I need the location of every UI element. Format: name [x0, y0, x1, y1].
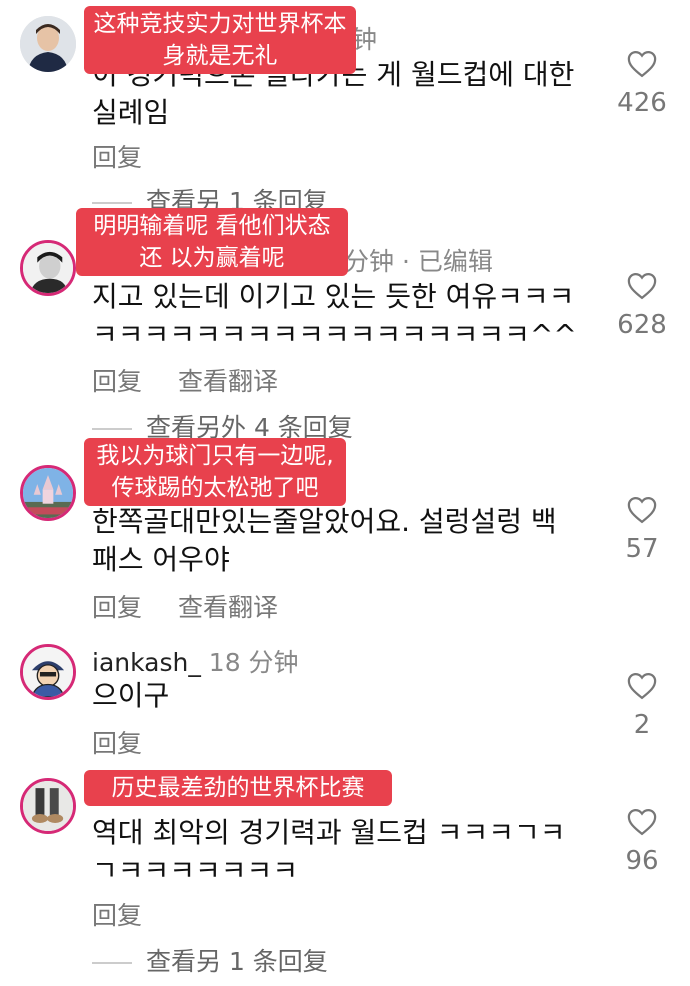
avatar[interactable] [20, 16, 76, 72]
avatar-portrait-icon [23, 243, 73, 293]
avatar-castle-icon [23, 468, 73, 518]
like-control[interactable]: 2 [600, 672, 684, 740]
reply-button[interactable]: 回复 [92, 143, 142, 172]
comment-actions: 回复 [92, 724, 170, 760]
subtitle-overlay: 历史最差劲的世界杯比赛 [84, 770, 392, 806]
like-control[interactable]: 96 [600, 808, 684, 876]
username[interactable]: iankash_ [92, 648, 201, 677]
avatar[interactable] [20, 644, 76, 700]
heart-outline-icon[interactable] [627, 808, 657, 836]
comment-actions: 回复 [92, 138, 170, 174]
comment-meta: iankash_ 18 分钟 [92, 643, 299, 679]
divider-line [92, 202, 132, 204]
like-control[interactable]: 57 [600, 496, 684, 564]
comment-text: 한쪽골대만있는줄알았어요. 설렁설렁 백 패스 어우야 [92, 505, 557, 576]
comment-actions: 回复 查看翻译 [92, 588, 306, 624]
subtitle-overlay: 明明输着呢 看他们状态还 以为赢着呢 [76, 208, 348, 276]
avatar[interactable] [20, 240, 76, 296]
comment-text: 으이구 [92, 679, 170, 712]
view-more-replies-button[interactable]: 查看另 1 条回复 [92, 942, 328, 978]
avatar-shoes-icon [23, 781, 73, 831]
like-count: 426 [617, 88, 667, 118]
heart-outline-icon[interactable] [627, 672, 657, 700]
heart-outline-icon[interactable] [627, 496, 657, 524]
comment-text: 역대 최악의 경기력과 월드컵 ㅋㅋㅋㄱㅋ ㄱㅋㅋㅋㅋㅋㅋㅋ [92, 816, 566, 887]
avatar[interactable] [20, 778, 76, 834]
like-control[interactable]: 426 [600, 50, 684, 118]
avatar-portrait-icon [20, 16, 76, 72]
like-count: 628 [617, 310, 667, 340]
avatar-cartoon-icon [23, 647, 73, 697]
like-count: 96 [625, 846, 659, 876]
like-count: 2 [633, 710, 651, 740]
reply-button[interactable]: 回复 [92, 593, 142, 622]
view-more-replies-label: 查看另 1 条回复 [146, 947, 328, 976]
timestamp: 18 分钟 [208, 648, 299, 677]
translate-button[interactable]: 查看翻译 [178, 367, 278, 396]
comment-meta: 分钟 · 已编辑 [344, 247, 493, 276]
divider-line [92, 962, 132, 964]
subtitle-overlay: 这种竞技实力对世界杯本 身就是无礼 [84, 6, 356, 74]
like-count: 57 [625, 534, 659, 564]
translate-button[interactable]: 查看翻译 [178, 593, 278, 622]
heart-outline-icon[interactable] [627, 50, 657, 78]
subtitle-overlay: 我以为球门只有一边呢, 传球踢的太松弛了吧 [84, 438, 346, 506]
reply-button[interactable]: 回复 [92, 367, 142, 396]
avatar[interactable] [20, 465, 76, 521]
like-control[interactable]: 628 [600, 272, 684, 340]
reply-button[interactable]: 回复 [92, 729, 142, 758]
comment-text: 지고 있는데 이기고 있는 듯한 여유ㅋㅋㅋ ㅋㅋㅋㅋㅋㅋㅋㅋㅋㅋㅋㅋㅋㅋㅋㅋㅋ… [92, 280, 577, 351]
comment-actions: 回复 [92, 896, 170, 932]
heart-outline-icon[interactable] [627, 272, 657, 300]
divider-line [92, 428, 132, 430]
reply-button[interactable]: 回复 [92, 901, 142, 930]
comment-actions: 回复 查看翻译 [92, 362, 306, 398]
